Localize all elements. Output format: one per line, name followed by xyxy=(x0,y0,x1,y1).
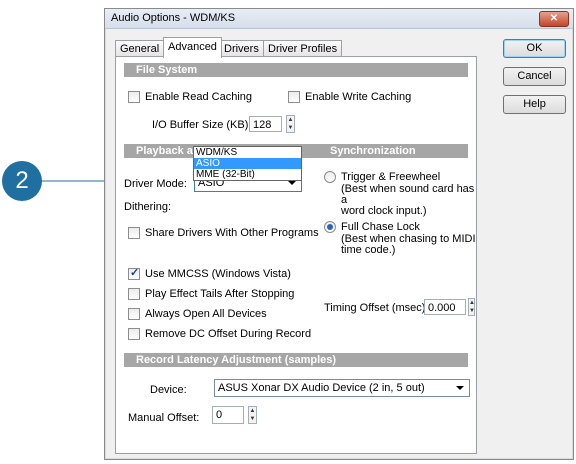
record-latency-header: Record Latency Adjustment (samples) xyxy=(124,353,468,367)
share-drivers-checkbox[interactable]: Share Drivers With Other Programs xyxy=(128,227,319,239)
full-chase-description: (Best when chasing to MIDI time code.) xyxy=(341,233,476,256)
share-drivers-label: Share Drivers With Other Programs xyxy=(145,227,319,239)
full-chase-lock-radio[interactable]: Full Chase Lock xyxy=(324,221,420,233)
read-caching-box[interactable] xyxy=(128,91,140,103)
trigger-label: Trigger & Freewheel xyxy=(341,171,441,183)
window-title: Audio Options - WDM/KS xyxy=(111,12,236,24)
spin-up-icon[interactable]: ▲ xyxy=(287,116,294,124)
write-caching-label: Enable Write Caching xyxy=(305,91,412,103)
help-button[interactable]: Help xyxy=(503,95,566,114)
enable-read-caching-checkbox[interactable]: Enable Read Caching xyxy=(128,91,252,103)
callout-number: 2 xyxy=(15,167,29,194)
trigger-description: (Best when sound card has a word clock i… xyxy=(341,183,475,217)
cancel-button[interactable]: Cancel xyxy=(503,67,566,86)
play-effect-tails-label: Play Effect Tails After Stopping xyxy=(145,288,295,300)
enable-write-caching-checkbox[interactable]: Enable Write Caching xyxy=(288,91,411,103)
io-buffer-input[interactable]: 128 xyxy=(249,116,282,132)
share-drivers-box[interactable] xyxy=(128,227,140,239)
manual-offset-label: Manual Offset: xyxy=(128,412,200,424)
synchronization-header: Synchronization xyxy=(318,144,468,158)
spin-up-icon[interactable]: ▲ xyxy=(249,407,256,415)
audio-options-dialog: Audio Options - WDM/KS ✕ General Advance… xyxy=(104,8,574,460)
manual-offset-input[interactable]: 0 xyxy=(212,406,244,424)
driver-mode-option-wdmks[interactable]: WDM/KS xyxy=(194,147,301,158)
spin-down-icon[interactable]: ▼ xyxy=(469,307,475,315)
ok-button[interactable]: OK xyxy=(503,39,566,58)
remove-dc-offset-checkbox[interactable]: Remove DC Offset During Record xyxy=(128,328,311,340)
driver-mode-label: Driver Mode: xyxy=(124,178,187,190)
remove-dc-offset-box[interactable] xyxy=(128,328,140,340)
driver-mode-dropdown-list[interactable]: WDM/KS ASIO MME (32-Bit) xyxy=(193,146,302,181)
always-open-devices-box[interactable] xyxy=(128,308,140,320)
close-button[interactable]: ✕ xyxy=(539,11,569,27)
tab-driver-profiles[interactable]: Driver Profiles xyxy=(263,40,343,57)
timing-offset-spinner[interactable]: ▲ ▼ xyxy=(468,298,475,316)
driver-mode-option-mme[interactable]: MME (32-Bit) xyxy=(194,169,301,180)
file-system-header: File System xyxy=(124,63,468,77)
full-chase-label: Full Chase Lock xyxy=(341,221,420,233)
write-caching-box[interactable] xyxy=(288,91,300,103)
io-buffer-label: I/O Buffer Size (KB): xyxy=(152,119,252,131)
tab-advanced[interactable]: Advanced xyxy=(163,37,222,58)
always-open-devices-label: Always Open All Devices xyxy=(145,308,267,320)
tab-drivers[interactable]: Drivers xyxy=(219,40,264,57)
spin-down-icon[interactable]: ▼ xyxy=(249,415,256,423)
always-open-devices-checkbox[interactable]: Always Open All Devices xyxy=(128,308,267,320)
full-chase-radio-button[interactable] xyxy=(324,221,336,233)
play-effect-tails-box[interactable] xyxy=(128,288,140,300)
use-mmcss-checkbox[interactable]: Use MMCSS (Windows Vista) xyxy=(128,266,291,280)
manual-offset-spinner[interactable]: ▲ ▼ xyxy=(248,406,257,424)
use-mmcss-box[interactable] xyxy=(128,266,140,280)
read-caching-label: Enable Read Caching xyxy=(145,91,253,103)
device-value: ASUS Xonar DX Audio Device (2 in, 5 out) xyxy=(218,382,425,394)
spin-down-icon[interactable]: ▼ xyxy=(287,124,294,132)
trigger-freewheel-radio[interactable]: Trigger & Freewheel xyxy=(324,171,440,183)
spin-up-icon[interactable]: ▲ xyxy=(469,299,475,307)
use-mmcss-label: Use MMCSS (Windows Vista) xyxy=(145,268,291,280)
timing-offset-label: Timing Offset (msec): xyxy=(324,302,429,314)
chevron-down-icon[interactable] xyxy=(456,386,464,390)
close-icon: ✕ xyxy=(549,13,559,24)
timing-offset-input[interactable]: 0.000 xyxy=(424,299,466,315)
title-bar: Audio Options - WDM/KS ✕ xyxy=(105,9,573,29)
chevron-down-icon[interactable] xyxy=(288,181,296,185)
driver-mode-option-asio[interactable]: ASIO xyxy=(194,158,301,169)
play-effect-tails-checkbox[interactable]: Play Effect Tails After Stopping xyxy=(128,288,294,300)
advanced-tab-panel: File System Enable Read Caching Enable W… xyxy=(115,56,477,454)
remove-dc-offset-label: Remove DC Offset During Record xyxy=(145,328,312,340)
io-buffer-spinner[interactable]: ▲ ▼ xyxy=(286,115,295,133)
device-label: Device: xyxy=(150,384,187,396)
trigger-radio-button[interactable] xyxy=(324,171,336,183)
tab-general[interactable]: General xyxy=(115,40,165,57)
dithering-label: Dithering: xyxy=(124,201,172,213)
device-select[interactable]: ASUS Xonar DX Audio Device (2 in, 5 out) xyxy=(214,379,470,397)
